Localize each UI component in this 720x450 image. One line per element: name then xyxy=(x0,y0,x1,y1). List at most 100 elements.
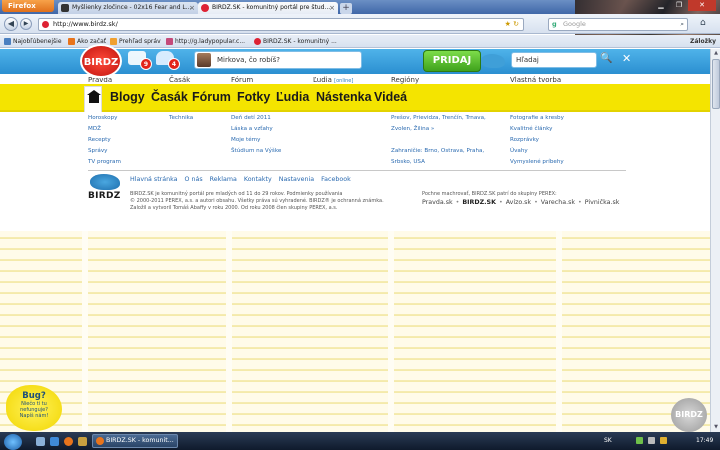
clock[interactable]: 17:49 xyxy=(696,437,713,444)
ladypopular-icon xyxy=(166,38,173,45)
home-icon[interactable]: ⌂ xyxy=(700,18,706,28)
brand-pravda[interactable]: Pravda.sk xyxy=(422,199,453,206)
scroll-down-icon[interactable]: ▼ xyxy=(711,423,720,432)
link-laska-vztahy[interactable]: Láska a vzťahy xyxy=(231,124,281,135)
firefox-menu-button[interactable]: Firefox xyxy=(2,0,54,12)
pridaj-button[interactable]: PRIDAJ xyxy=(423,50,481,72)
bookmark-najoblubenejsie[interactable]: Najobľúbenejšie xyxy=(4,35,62,48)
taskbar-firefox-window[interactable]: BIRDZ.SK - komunit... xyxy=(92,434,178,448)
minimize-icon[interactable]: ▁ xyxy=(652,0,670,11)
url-bar[interactable]: http://www.birdz.sk/ ★ ↻ xyxy=(38,18,524,31)
maximize-icon[interactable]: ❐ xyxy=(670,0,688,11)
status-input[interactable]: Mirkova, čo robíš? xyxy=(194,51,362,69)
birdz-favicon-icon xyxy=(254,38,261,45)
link-zahranicie-more[interactable]: Srbsko, USA xyxy=(391,157,486,168)
footer-link-hlavna[interactable]: Hlavná stránka xyxy=(130,176,178,183)
link-regions-sk[interactable]: Prešov, Prievidza, Trenčín, Trnava, xyxy=(391,113,486,124)
link-mdz[interactable]: MDŽ xyxy=(88,124,121,135)
bookmarks-menu[interactable]: Záložky xyxy=(690,35,716,48)
window-close-icon[interactable]: ✕ xyxy=(688,0,716,11)
language-indicator[interactable]: SK xyxy=(604,437,612,444)
bookmark-prehlad-sprav[interactable]: Prehľad správ xyxy=(110,35,161,48)
search-icon[interactable]: ⌕ xyxy=(680,19,684,30)
link-den-deti[interactable]: Deň detí 2011 xyxy=(231,113,281,124)
sub-label-forum[interactable]: Fórum xyxy=(231,76,253,84)
scroll-up-icon[interactable]: ▲ xyxy=(711,49,720,58)
nav-videa[interactable]: Videá xyxy=(374,90,407,104)
footer-link-nastavenia[interactable]: Nastavenia xyxy=(279,176,314,183)
back-arrow-icon[interactable]: ◀ xyxy=(4,17,18,31)
search-icon[interactable]: 🔍 xyxy=(600,53,612,64)
link-kvalitne-clanky[interactable]: Kvalitné články xyxy=(510,124,564,135)
nav-forum[interactable]: Fórum xyxy=(192,90,231,104)
tab-favicon-icon xyxy=(201,4,209,12)
link-recepty[interactable]: Recepty xyxy=(88,135,121,146)
brand-birdz[interactable]: BIRDZ.SK xyxy=(462,199,496,206)
new-tab-button[interactable]: + xyxy=(340,3,352,14)
tab-birdz[interactable]: BIRDZ.SK - komunitný portál pre štud... … xyxy=(198,2,338,14)
birdz-corner-logo[interactable]: BIRDZ xyxy=(671,398,707,432)
footer-link-facebook[interactable]: Facebook xyxy=(321,176,351,183)
bookmark-star-icon[interactable]: ★ ↻ xyxy=(505,19,519,30)
link-spravy[interactable]: Správy xyxy=(88,146,121,157)
nav-fotky[interactable]: Fotky xyxy=(237,90,270,104)
nav-ludia[interactable]: Ľudia xyxy=(276,90,309,104)
url-text: http://www.birdz.sk/ xyxy=(53,20,118,28)
link-studium[interactable]: Štúdium na Výške xyxy=(231,146,281,157)
sub-label-regiony[interactable]: Regióny xyxy=(391,76,419,84)
explorer-icon[interactable] xyxy=(78,437,87,446)
link-vymyslene-pribehy[interactable]: Vymyslené príbehy xyxy=(510,157,564,168)
firefox-icon[interactable] xyxy=(64,437,73,446)
birdz-logo[interactable]: BIRDZ xyxy=(80,44,122,78)
bookmark-ladypopular[interactable]: http://g.ladypopular.c... xyxy=(166,35,245,48)
forward-arrow-icon[interactable]: ▶ xyxy=(20,18,32,30)
home-tab[interactable] xyxy=(84,86,102,112)
nav-casak[interactable]: Časák xyxy=(151,90,188,104)
link-regions-more[interactable]: Zvolen, Žilina » xyxy=(391,124,486,135)
link-uvahy[interactable]: Úvahy xyxy=(510,146,564,157)
vertical-scrollbar[interactable]: ▲ ▼ xyxy=(710,49,720,432)
search-bar[interactable]: g Google ⌕ xyxy=(548,18,688,31)
close-icon[interactable]: ✕ xyxy=(622,52,631,65)
sub-label-ludia[interactable]: Ľudia [online] xyxy=(313,76,353,84)
tray-volume-icon[interactable] xyxy=(648,437,655,444)
tray-network-icon[interactable] xyxy=(636,437,643,444)
tab-label: Myšlienky zločince - 02x16 Fear and L... xyxy=(72,4,192,11)
link-zahranicie[interactable]: Zahraničie: Brno, Ostrava, Praha, xyxy=(391,146,486,157)
avatar xyxy=(197,53,211,67)
site-search-input[interactable]: Hľadaj xyxy=(511,52,597,68)
brand-varecha[interactable]: Varecha.sk xyxy=(541,199,575,206)
bookmark-birdz[interactable]: BIRDZ.SK - komunitný ... xyxy=(254,35,337,48)
tab-myslienky[interactable]: Myšlienky zločince - 02x16 Fear and L...… xyxy=(58,2,198,14)
ie-icon[interactable] xyxy=(50,437,59,446)
sub-label-vlastna-tvorba[interactable]: Vlastná tvorba xyxy=(510,76,561,84)
navigation-toolbar: ◀ ▶ http://www.birdz.sk/ ★ ↻ g Google ⌕ … xyxy=(0,14,720,34)
start-button-icon[interactable] xyxy=(4,434,22,450)
brand-pivnicka[interactable]: Pivnička.sk xyxy=(585,199,620,206)
link-moje-temy[interactable]: Moje témy xyxy=(231,135,281,146)
tab-close-icon[interactable]: × xyxy=(189,2,195,14)
sub-label-casak[interactable]: Časák xyxy=(169,76,190,84)
footer-link-reklama[interactable]: Reklama xyxy=(210,176,237,183)
tab-close-icon[interactable]: × xyxy=(329,2,335,14)
bird-mascot-icon xyxy=(481,54,505,68)
bug-report-button[interactable]: Bug? Niečo ti tu nefunguje? Napíš nám! xyxy=(6,385,62,431)
tray-flag-icon[interactable] xyxy=(660,437,667,444)
scrollbar-thumb[interactable] xyxy=(712,59,720,109)
nav-blogy[interactable]: Blogy xyxy=(110,90,145,104)
footer-link-kontakty[interactable]: Kontakty xyxy=(244,176,272,183)
footer-logo[interactable]: BIRDZ xyxy=(88,172,124,202)
footer-link-o-nas[interactable]: O nás xyxy=(185,176,203,183)
tab-label: BIRDZ.SK - komunitný portál pre štud... xyxy=(212,4,331,11)
link-technika[interactable]: Technika xyxy=(169,113,193,124)
link-tv-program[interactable]: TV program xyxy=(88,157,121,168)
link-fotografie[interactable]: Fotografie a kresby xyxy=(510,113,564,124)
show-desktop-icon[interactable] xyxy=(36,437,45,446)
link-rozpravky[interactable]: Rozprávky xyxy=(510,135,564,146)
pattern-gap xyxy=(388,231,394,432)
link-horoskopy[interactable]: Horoskopy xyxy=(88,113,121,124)
brand-avizo[interactable]: Avízo.sk xyxy=(506,199,531,206)
messages-badge: 9 xyxy=(140,58,152,70)
nav-nastenka[interactable]: Nástenka xyxy=(316,90,372,104)
